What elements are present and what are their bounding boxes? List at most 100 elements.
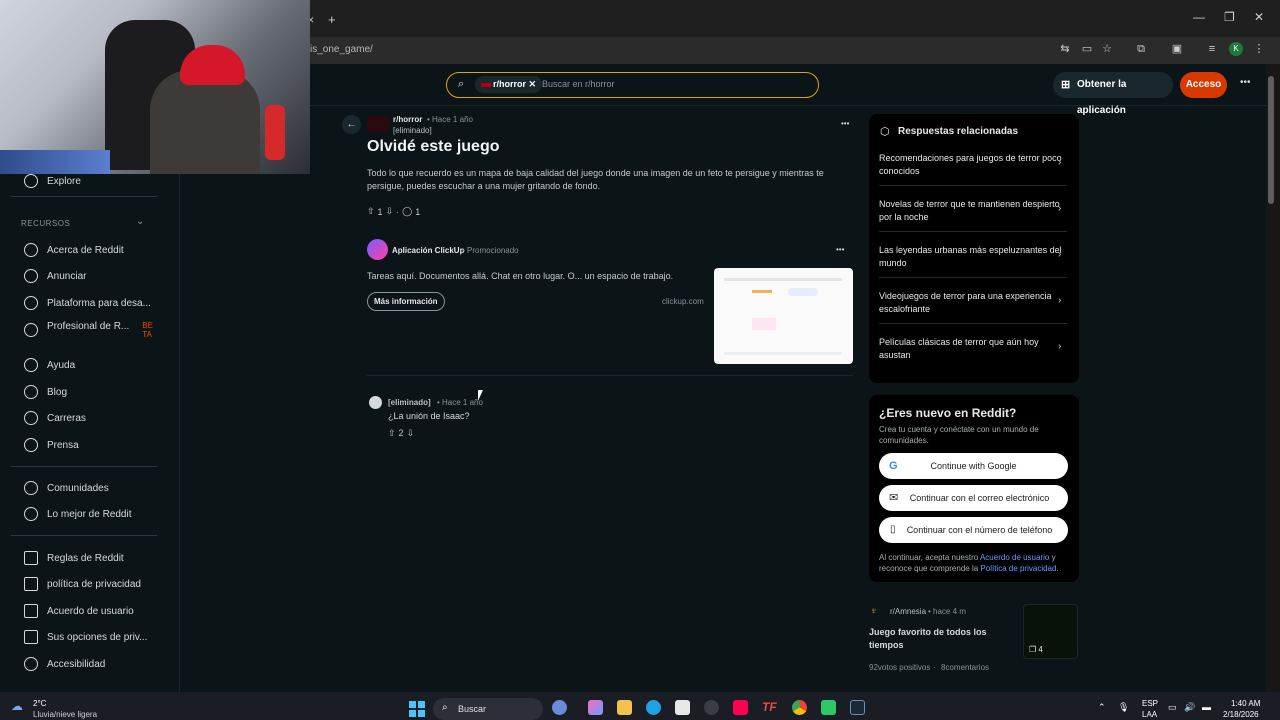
menu-icon[interactable]: ⋮ (1252, 42, 1266, 56)
get-app-button[interactable]: ⊞ Obtener la aplicación (1053, 72, 1173, 116)
sidebar-item-rules[interactable]: Reglas de Reddit (24, 549, 124, 567)
weather-icon[interactable]: ☁ (11, 699, 23, 713)
network-icon[interactable]: ▭ (1168, 702, 1177, 713)
chevron-right-icon[interactable]: › (1058, 203, 1061, 214)
obs-icon[interactable] (704, 700, 719, 715)
chrome-icon[interactable] (792, 700, 807, 715)
related-item[interactable]: Novelas de terror que te mantienen despi… (879, 198, 1064, 224)
chevron-right-icon[interactable]: › (1058, 157, 1061, 168)
sidebar-item-help[interactable]: Ayuda (24, 356, 75, 374)
clickup-avatar[interactable] (367, 239, 388, 260)
chevron-right-icon[interactable]: › (1058, 295, 1061, 306)
related-item[interactable]: Las leyendas urbanas más espeluznantes d… (879, 244, 1064, 270)
chip-close-icon[interactable]: ✕ (529, 79, 537, 89)
sidebar-item-best[interactable]: Lo mejor de Reddit (24, 505, 132, 523)
taskbar-search[interactable]: ⌕ Buscar (433, 698, 543, 720)
tiktok-icon[interactable] (733, 700, 748, 715)
close-window-button[interactable]: ✕ (1254, 10, 1264, 24)
chevron-up-icon[interactable]: ⌃ (1098, 702, 1106, 713)
sidebar-item-privacy-options[interactable]: Sus opciones de priv... (24, 628, 147, 646)
sidebar-item-explore[interactable]: Explore (24, 172, 81, 190)
subreddit-avatar[interactable]: ♆ (870, 606, 878, 617)
weather-temp[interactable]: 2°C (33, 699, 46, 708)
sidebar-item-pro[interactable]: Profesional de R... BETA (24, 321, 154, 339)
google-signin-button[interactable]: G Continue with Google (879, 453, 1068, 479)
post-author[interactable]: [eliminado] (393, 126, 432, 135)
sidebar-item-communities[interactable]: Comunidades (24, 479, 109, 497)
subreddit-avatar[interactable] (367, 116, 389, 132)
chevron-right-icon[interactable]: › (1058, 341, 1061, 352)
promo-image[interactable] (714, 268, 853, 364)
store-icon[interactable] (675, 700, 690, 715)
search-scope-chip[interactable]: r/horror ✕ (475, 76, 543, 93)
weather-desc[interactable]: Lluvia/nieve ligera (33, 710, 97, 719)
upvote-icon[interactable]: ⇧ (367, 206, 375, 217)
volume-icon[interactable]: 🔊 (1184, 702, 1195, 713)
privacy-policy-link[interactable]: Política de privacidad (980, 564, 1056, 573)
app-icon[interactable] (552, 700, 567, 715)
sidebar-item-developer-platform[interactable]: Plataforma para desa... (24, 294, 151, 312)
copilot-icon[interactable] (588, 700, 603, 715)
chevron-right-icon[interactable]: › (1058, 249, 1061, 260)
post-more-icon[interactable]: ••• (841, 119, 849, 128)
sidebar-item-user-agreement[interactable]: Acuerdo de usuario (24, 602, 134, 620)
minimize-button[interactable]: — (1193, 10, 1205, 24)
language-code[interactable]: ESP (1142, 699, 1158, 708)
sidebar-item-careers[interactable]: Carreras (24, 409, 86, 427)
language-layout[interactable]: LAA (1142, 710, 1157, 719)
subreddit-link[interactable]: r/horror (393, 115, 422, 124)
rec-thumbnail[interactable]: ❐ 4 (1023, 604, 1078, 659)
comment-author[interactable]: [eliminado] (388, 398, 431, 407)
promo-more-icon[interactable]: ••• (836, 245, 844, 254)
sidebar-item-blog[interactable]: Blog (24, 383, 67, 401)
sidebar-item-advertise[interactable]: Anunciar (24, 267, 86, 285)
chevron-down-icon[interactable]: ⌄ (136, 216, 144, 227)
related-item[interactable]: Videojuegos de terror para una experienc… (879, 290, 1064, 316)
edge-icon[interactable] (646, 700, 661, 715)
upvote-icon[interactable]: ⇧ (388, 428, 396, 439)
resources-header[interactable]: RECURSOS (21, 219, 70, 228)
new-tab-button[interactable]: + (328, 12, 336, 27)
downvote-icon[interactable]: ⇩ (407, 428, 415, 439)
rec-subreddit[interactable]: r/Amnesia (890, 607, 926, 616)
steam-icon[interactable] (850, 700, 865, 715)
sidebar-item-privacy[interactable]: política de privacidad (24, 575, 141, 593)
rec-title[interactable]: Juego favorito de todos los tiempos (869, 626, 1009, 652)
sidebar-item-accessibility[interactable]: Accesibilidad (24, 655, 105, 673)
app-icon[interactable] (821, 700, 836, 715)
clock-time[interactable]: 1:40 AM (1231, 699, 1260, 708)
star-icon[interactable]: ☆ (1100, 42, 1114, 56)
sidebar-item-about[interactable]: Acerca de Reddit (24, 241, 124, 259)
reddit-alien-icon (24, 243, 38, 257)
related-item[interactable]: Películas clásicas de terror que aún hoy… (879, 336, 1064, 362)
maximize-button[interactable]: ❐ (1224, 10, 1235, 24)
login-button[interactable]: Acceso (1180, 72, 1227, 98)
promo-domain[interactable]: clickup.com (662, 297, 704, 306)
phone-signin-button[interactable]: ▯ Continuar con el número de teléfono (879, 517, 1068, 543)
cast-icon[interactable]: ▭ (1080, 42, 1094, 56)
profile-avatar[interactable]: K (1229, 42, 1243, 56)
media-icon[interactable]: ≡ (1205, 42, 1219, 56)
url-text[interactable]: is_one_game/ (310, 44, 373, 55)
downvote-icon[interactable]: ⇩ (386, 206, 394, 217)
sidebar-item-press[interactable]: Prensa (24, 436, 79, 454)
extensions-icon[interactable]: ⧉ (1134, 42, 1148, 56)
learn-more-button[interactable]: Más información (367, 292, 445, 311)
email-signin-button[interactable]: ✉ Continuar con el correo electrónico (879, 485, 1068, 511)
file-explorer-icon[interactable] (617, 700, 632, 715)
battery-icon[interactable]: ▬ (1202, 702, 1211, 712)
clock-date[interactable]: 2/18/2026 (1223, 710, 1259, 719)
sidepanel-icon[interactable]: ▣ (1170, 42, 1184, 56)
related-item[interactable]: Recomendaciones para juegos de terror po… (879, 152, 1064, 178)
windows-start-icon[interactable] (409, 701, 425, 717)
comment-icon[interactable]: ◯ (402, 206, 412, 217)
back-button[interactable]: ← (342, 115, 361, 134)
promo-name[interactable]: Aplicación ClickUp (392, 246, 464, 255)
comment-avatar[interactable] (369, 396, 382, 409)
tf-icon[interactable]: TF (762, 700, 777, 714)
scrollbar-thumb[interactable] (1268, 76, 1274, 204)
user-agreement-link[interactable]: Acuerdo de usuario (980, 553, 1049, 562)
translate-icon[interactable]: ⇆ (1058, 42, 1072, 56)
mic-icon[interactable]: 🎙 (1118, 702, 1129, 713)
more-options-icon[interactable]: ••• (1240, 77, 1251, 88)
